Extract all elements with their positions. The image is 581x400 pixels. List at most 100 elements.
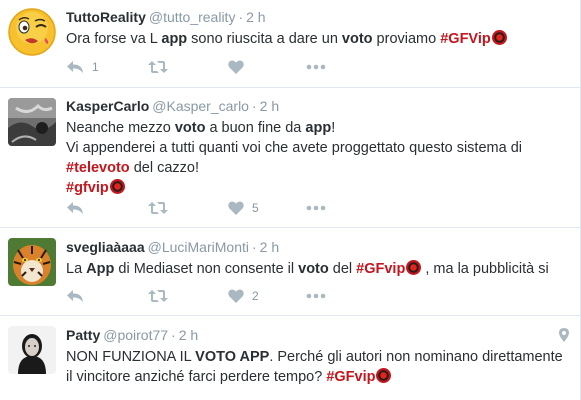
tweet-actions: 1: [66, 58, 366, 76]
tweet-text: Ora forse va L app sono riuscita a dare …: [66, 29, 571, 49]
tweet-text-segment: a buon fine da: [205, 120, 306, 136]
tweet-timestamp[interactable]: 2 h: [260, 98, 279, 114]
tweet-timestamp[interactable]: 2 h: [260, 239, 279, 255]
reply-icon: [66, 60, 84, 74]
reply-button[interactable]: [66, 199, 92, 217]
heart-icon: [228, 201, 244, 215]
like-button[interactable]: [228, 58, 252, 76]
reply-button[interactable]: [66, 287, 92, 305]
tweet-actions: 5: [66, 199, 366, 217]
tweet-username[interactable]: @Kasper_carlo: [152, 98, 249, 114]
tweet-timestamp[interactable]: 2 h: [179, 327, 198, 343]
tweet-text-segment: NON FUNZIONA IL: [66, 349, 196, 365]
hashtag-text: #GFvip: [356, 261, 406, 277]
more-button[interactable]: [306, 287, 326, 305]
hashtag-link[interactable]: #GFvip: [356, 260, 422, 277]
tweet-actions: 2: [66, 287, 366, 305]
highlighted-keyword: app: [161, 31, 188, 47]
tweet-header: svegliaàaaa @LuciMariMonti · 2 h: [66, 238, 571, 256]
tweet-text-segment: del cazzo!: [129, 160, 199, 176]
more-icon: [306, 64, 326, 70]
tweet-separator: ·: [238, 9, 244, 25]
tweet-header: TuttoReality @tutto_reality · 2 h: [66, 8, 571, 26]
tweet-username[interactable]: @tutto_reality: [149, 9, 236, 25]
more-button[interactable]: [306, 58, 326, 76]
like-count: 5: [252, 201, 259, 215]
gfvip-badge-icon: [109, 179, 125, 194]
tweet-header: Patty @poirot77 · 2 h: [66, 326, 571, 344]
avatar[interactable]: [8, 326, 56, 374]
more-icon: [306, 293, 326, 299]
tweet-text: La App di Mediaset non consente il voto …: [66, 259, 571, 279]
tweet-text: NON FUNZIONA IL VOTO APP. Perché gli aut…: [66, 347, 571, 387]
tweet-timestamp[interactable]: 2 h: [246, 9, 265, 25]
tweet-separator: ·: [251, 239, 257, 255]
retweet-button[interactable]: [148, 58, 168, 76]
gfvip-badge-icon: [491, 30, 507, 45]
tweet-text-segment: !: [331, 120, 336, 136]
tweet-fullname[interactable]: Patty: [66, 327, 100, 343]
highlighted-keyword: voto: [174, 120, 206, 136]
tweet-text-segment: del: [328, 261, 357, 277]
more-button[interactable]: [306, 199, 326, 217]
avatar[interactable]: [8, 8, 56, 56]
tweet-text-segment: Neanche mezzo: [66, 120, 175, 136]
tweet-stream: TuttoReality @tutto_reality · 2 h Ora forse…: [0, 0, 581, 400]
hashtag-text: #televoto: [66, 160, 130, 176]
highlighted-keyword: VOTO APP: [195, 349, 270, 365]
hashtag-link[interactable]: #GFVip: [440, 30, 507, 47]
highlighted-keyword: voto: [298, 261, 329, 277]
tweet-separator: ·: [251, 98, 257, 114]
reply-count: 1: [92, 60, 99, 74]
hashtag-text: #GFVip: [440, 31, 491, 47]
tweet: TuttoReality @tutto_reality · 2 h Ora forse…: [0, 0, 581, 88]
tweet-text-segment: , ma la pubblicità si: [421, 261, 549, 277]
tweet: Patty @poirot77 · 2 h NON FUNZIONA IL VOTO …: [0, 316, 581, 400]
reply-button[interactable]: 1: [66, 58, 99, 76]
tweet: KasperCarlo @Kasper_carlo · 2 h Neanche mez…: [0, 88, 581, 228]
tweet-username[interactable]: @LuciMariMonti: [148, 239, 249, 255]
tweet-header: KasperCarlo @Kasper_carlo · 2 h: [66, 97, 571, 115]
tweet-fullname[interactable]: svegliaàaaa: [66, 239, 145, 255]
tweet: svegliaàaaa @LuciMariMonti · 2 h La App di …: [0, 228, 581, 316]
location-pin-icon[interactable]: [559, 328, 569, 347]
highlighted-keyword: voto: [341, 31, 373, 47]
retweet-button[interactable]: [148, 287, 168, 305]
highlighted-keyword: app: [305, 120, 332, 136]
retweet-icon: [148, 289, 168, 303]
hashtag-text: #GFvip: [326, 369, 376, 385]
tweet-fullname[interactable]: TuttoReality: [66, 9, 146, 25]
like-button[interactable]: 2: [228, 287, 259, 305]
tweet-text-segment: di Mediaset non consente il: [114, 261, 299, 277]
tweet-text-segment: La: [66, 261, 87, 277]
heart-icon: [228, 60, 244, 74]
avatar[interactable]: [8, 98, 56, 146]
tweet-text-segment: . Perché gli autori non nominano diretta…: [269, 349, 563, 365]
tweet-text-segment: Vi appenderei a tutti quanti voi che ave…: [66, 140, 522, 156]
like-count: 2: [252, 289, 259, 303]
highlighted-keyword: App: [86, 261, 115, 277]
reply-icon: [66, 289, 84, 303]
hashtag-text: #gfvip: [66, 180, 109, 196]
tweet-text: Neanche mezzo voto a buon fine da app! Vi…: [66, 118, 571, 198]
gfvip-badge-icon: [376, 368, 392, 383]
gfvip-badge-icon: [406, 260, 422, 275]
tweet-username[interactable]: @poirot77: [103, 327, 168, 343]
hashtag-link[interactable]: #televoto: [66, 160, 130, 176]
retweet-icon: [148, 201, 168, 215]
tweet-separator: ·: [171, 327, 176, 343]
retweet-button[interactable]: [148, 199, 168, 217]
hashtag-link[interactable]: #gfvip: [66, 179, 125, 196]
reply-icon: [66, 201, 84, 215]
tweet-text-segment: Ora forse va L: [66, 31, 162, 47]
retweet-icon: [148, 60, 168, 74]
tweet-fullname[interactable]: KasperCarlo: [66, 98, 149, 114]
hashtag-link[interactable]: #GFvip: [326, 368, 392, 385]
like-button[interactable]: 5: [228, 199, 259, 217]
tweet-text-segment: proviamo: [372, 31, 441, 47]
tweet-text-segment: sono riuscita a dare un: [187, 31, 342, 47]
avatar[interactable]: [8, 238, 56, 286]
heart-icon: [228, 289, 244, 303]
tweet-text-segment: il vincitore anziché farci perdere tempo…: [66, 369, 327, 385]
more-icon: [306, 205, 326, 211]
